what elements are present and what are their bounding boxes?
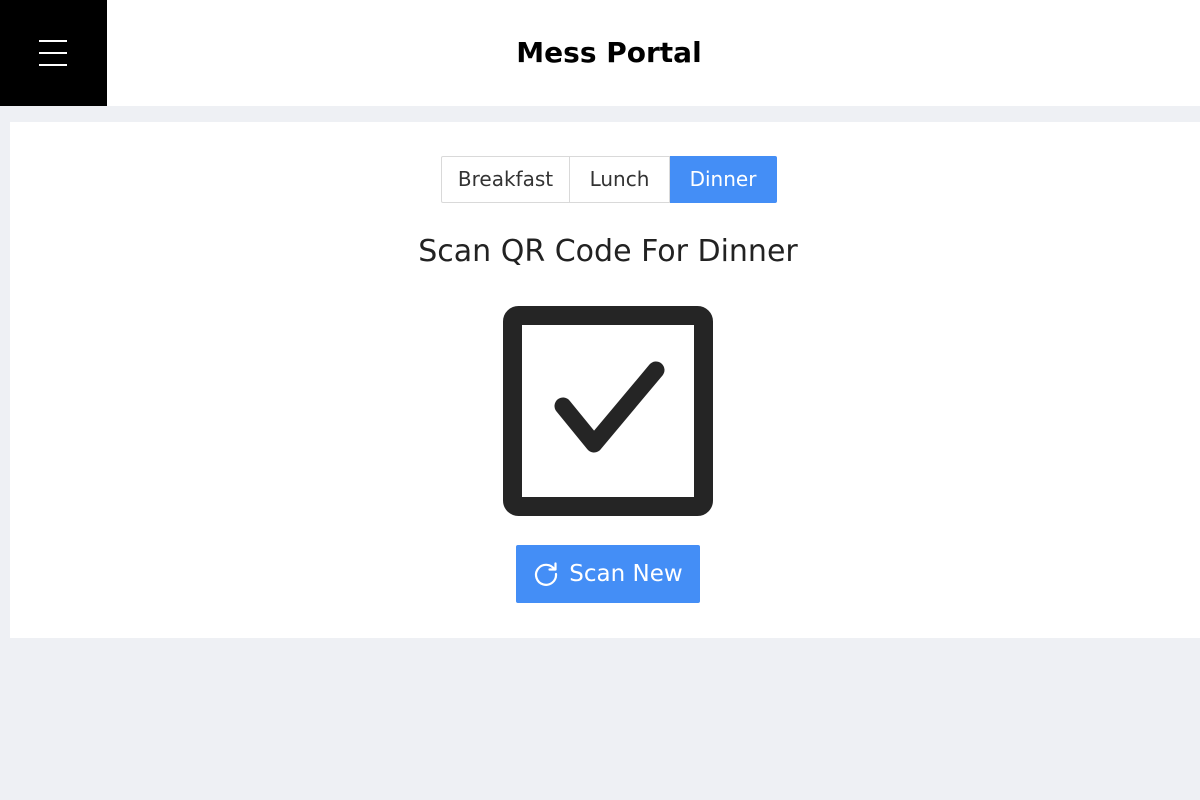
checkbox-checked-icon (503, 306, 713, 516)
scan-new-label: Scan New (569, 561, 683, 587)
app-header: Mess Portal (0, 0, 1200, 106)
meal-tabs: Breakfast Lunch Dinner (441, 156, 777, 203)
refresh-icon (533, 561, 559, 587)
tab-lunch[interactable]: Lunch (570, 156, 670, 203)
tab-dinner[interactable]: Dinner (670, 156, 777, 203)
page-title: Mess Portal (516, 36, 702, 69)
scan-heading: Scan QR Code For Dinner (418, 234, 798, 269)
tab-breakfast[interactable]: Breakfast (441, 156, 570, 203)
scan-new-button[interactable]: Scan New (516, 545, 700, 603)
scan-card: Breakfast Lunch Dinner Scan QR Code For … (10, 122, 1200, 638)
